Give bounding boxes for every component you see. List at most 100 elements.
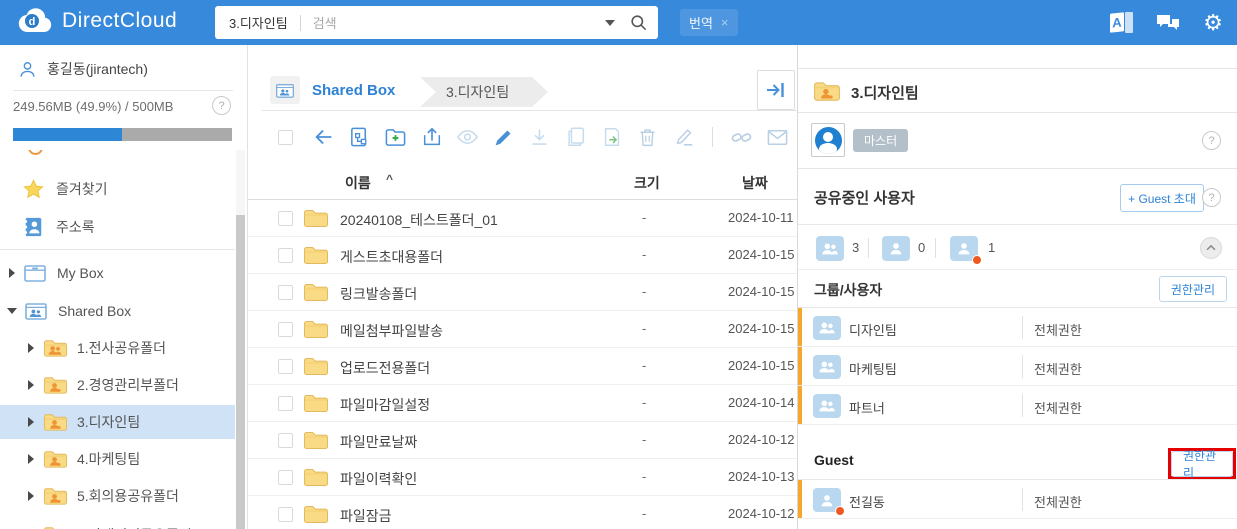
- table-row[interactable]: 링크발송폴더 - 2024-10-15 1: [248, 274, 797, 311]
- column-name[interactable]: 이름: [345, 173, 371, 193]
- expand-caret-icon[interactable]: [28, 380, 34, 390]
- tag-remove-icon[interactable]: ×: [721, 15, 729, 30]
- expand-caret-icon[interactable]: [28, 454, 34, 464]
- ai-assistant-button[interactable]: A: [1110, 12, 1134, 33]
- sidebar-folder-item[interactable]: 6.사내서버공유폴더: [0, 518, 235, 529]
- sidebar-item-addressbook[interactable]: 주소록: [0, 210, 235, 244]
- delete-button[interactable]: [636, 126, 659, 149]
- file-name[interactable]: 파일이력확인: [340, 469, 417, 489]
- storage-help-icon[interactable]: ?: [212, 96, 231, 115]
- left-sidebar: 홍길동(jirantech) 249.56MB (49.9%) / 500MB …: [0, 45, 248, 529]
- link-share-button[interactable]: [730, 126, 753, 149]
- file-name[interactable]: 게스트초대용폴더: [340, 247, 443, 267]
- guest-permission-manage-button[interactable]: 권한관리: [1171, 449, 1233, 480]
- shared-folder-icon: [43, 525, 68, 529]
- file-size: -: [642, 432, 647, 447]
- expand-caret-icon[interactable]: [9, 268, 15, 278]
- rename-button[interactable]: [672, 126, 695, 149]
- chat-button[interactable]: [1155, 12, 1181, 34]
- structure-copy-button[interactable]: [348, 126, 371, 149]
- permission-stripe: [798, 308, 802, 346]
- search-input[interactable]: 검색: [313, 13, 605, 32]
- table-row[interactable]: 업로드전용폴더 - 2024-10-15 1: [248, 348, 797, 385]
- sidebar-item-sharedbox[interactable]: Shared Box: [0, 294, 235, 328]
- sidebar-scrollbar-thumb[interactable]: [236, 215, 245, 529]
- breadcrumb-box-icon-wrap[interactable]: [270, 76, 300, 104]
- guest-invite-button[interactable]: + Guest 초대: [1120, 184, 1204, 212]
- group-permission-row[interactable]: 파트너 전체권한: [798, 386, 1237, 425]
- sidebar-folder-item[interactable]: 1.전사공유폴더: [0, 331, 235, 365]
- expand-caret-icon[interactable]: [28, 491, 34, 501]
- sort-ascending-icon[interactable]: ^: [386, 172, 393, 186]
- expand-caret-icon[interactable]: [28, 343, 34, 353]
- settings-gear-icon[interactable]: ⚙: [1203, 11, 1223, 34]
- table-row[interactable]: 파일만료날짜 - 2024-10-12 0: [248, 422, 797, 459]
- move-button[interactable]: [600, 126, 623, 149]
- preview-button[interactable]: [456, 126, 479, 149]
- copy-button[interactable]: [564, 126, 587, 149]
- owner-help-icon[interactable]: ?: [1202, 131, 1221, 150]
- table-row[interactable]: 게스트초대용폴더 - 2024-10-15 1: [248, 237, 797, 274]
- user-count-icon: [882, 236, 910, 261]
- groups-permission-manage-button[interactable]: 권한관리: [1158, 276, 1227, 302]
- new-folder-button[interactable]: [384, 126, 407, 149]
- file-name[interactable]: 파일잠금: [340, 506, 392, 526]
- shared-users-title: 공유중인 사용자: [814, 190, 915, 207]
- master-badge: 마스터: [853, 129, 909, 152]
- search-filter-tag[interactable]: 번역 ×: [680, 9, 738, 36]
- upload-button[interactable]: [420, 126, 443, 149]
- table-row[interactable]: 파일이력확인 - 2024-10-13 1: [248, 459, 797, 496]
- group-permission-row[interactable]: 디자인팀 전체권한: [798, 308, 1237, 347]
- collapse-panel-button[interactable]: [757, 70, 795, 110]
- shared-users-help-icon[interactable]: ?: [1202, 188, 1221, 207]
- folder-label: 2.경영관리부폴더: [77, 377, 179, 393]
- group-permission-row[interactable]: 마케팅팀 전체권한: [798, 347, 1237, 386]
- row-checkbox[interactable]: [278, 359, 293, 374]
- sidebar-item-favorites[interactable]: 즐겨찾기: [0, 172, 235, 206]
- search-scope-dropdown-icon[interactable]: [605, 19, 615, 26]
- table-row[interactable]: 20240108_테스트폴더_01 - 2024-10-11 2: [248, 200, 797, 237]
- file-size: -: [642, 321, 647, 336]
- row-checkbox[interactable]: [278, 248, 293, 263]
- sidebar-folder-item[interactable]: 2.경영관리부폴더: [0, 368, 235, 402]
- expand-caret-icon[interactable]: [28, 417, 34, 427]
- row-checkbox[interactable]: [278, 322, 293, 337]
- back-button[interactable]: [312, 126, 335, 149]
- row-checkbox[interactable]: [278, 211, 293, 226]
- mail-send-button[interactable]: [766, 126, 789, 149]
- edit-button[interactable]: [492, 126, 515, 149]
- file-name[interactable]: 업로드전용폴더: [340, 358, 430, 378]
- owner-row: 마스터 ?: [798, 113, 1237, 169]
- breadcrumb-current-tab[interactable]: 3.디자인팀: [420, 77, 548, 107]
- file-name[interactable]: 메일첨부파일발송: [340, 321, 443, 341]
- sidebar-item-mybox[interactable]: My Box: [0, 256, 235, 290]
- table-row[interactable]: 파일잠금 - 2024-10-12 0: [248, 496, 797, 529]
- row-checkbox[interactable]: [278, 396, 293, 411]
- table-row[interactable]: 메일첨부파일발송 - 2024-10-15 1: [248, 311, 797, 348]
- table-row[interactable]: 파일마감일설정 - 2024-10-14 0: [248, 385, 797, 422]
- select-all-checkbox[interactable]: [278, 129, 293, 145]
- collapse-section-button[interactable]: [1200, 237, 1222, 259]
- file-name[interactable]: 파일마감일설정: [340, 395, 430, 415]
- file-name[interactable]: 20240108_테스트폴더_01: [340, 210, 498, 230]
- app-logo[interactable]: DirectCloud: [18, 8, 177, 34]
- breadcrumb-root[interactable]: Shared Box: [312, 82, 395, 99]
- owner-avatar[interactable]: [811, 123, 845, 157]
- sidebar-folder-item[interactable]: 5.회의용공유폴더: [0, 479, 235, 513]
- search-bar[interactable]: 3.디자인팀 검색: [215, 6, 658, 39]
- row-checkbox[interactable]: [278, 507, 293, 522]
- sidebar-folder-item-selected[interactable]: 3.디자인팀: [0, 405, 235, 439]
- row-checkbox[interactable]: [278, 433, 293, 448]
- row-checkbox[interactable]: [278, 285, 293, 300]
- user-profile[interactable]: 홍길동(jirantech): [18, 59, 148, 79]
- file-name[interactable]: 파일만료날짜: [340, 432, 417, 452]
- row-checkbox[interactable]: [278, 470, 293, 485]
- sidebar-folder-item[interactable]: 4.마케팅팀: [0, 442, 235, 476]
- file-name[interactable]: 링크발송폴더: [340, 284, 417, 304]
- search-button[interactable]: [629, 13, 648, 32]
- download-button[interactable]: [528, 126, 551, 149]
- guest-permission-row[interactable]: 전길동 전체권한: [798, 480, 1237, 519]
- column-date[interactable]: 날짜: [742, 173, 768, 193]
- collapse-caret-icon[interactable]: [7, 308, 17, 314]
- column-size[interactable]: 크기: [634, 173, 660, 193]
